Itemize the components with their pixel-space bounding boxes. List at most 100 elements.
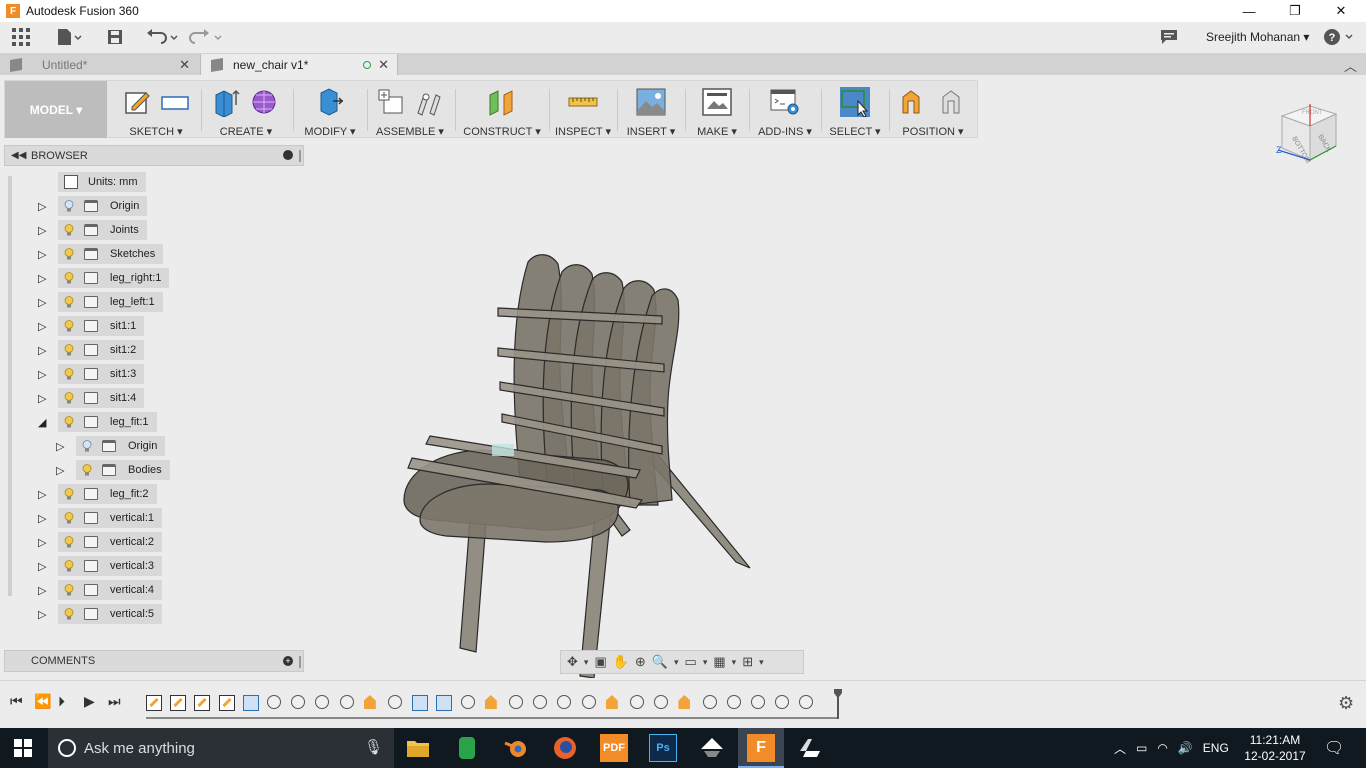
timeline-feature-sketch-icon[interactable] [194, 695, 211, 711]
joint-icon[interactable] [414, 87, 444, 117]
visibility-lightbulb-icon[interactable] [64, 391, 74, 405]
add-ins-group[interactable]: ADD-INS ▾ [751, 81, 819, 138]
browser-node[interactable]: vertical:2 [58, 532, 163, 552]
browser-node[interactable]: Sketches [58, 244, 164, 264]
chair-model[interactable] [403, 254, 751, 678]
inspect-group[interactable]: INSPECT ▾ [551, 81, 615, 138]
browser-panel-header[interactable]: ◀◀ BROWSER [4, 145, 304, 166]
form-sphere-icon[interactable] [250, 87, 280, 117]
assemble-group[interactable]: ASSEMBLE ▾ [367, 81, 453, 138]
visibility-lightbulb-icon[interactable] [64, 583, 74, 597]
timeline-feature-orange-icon[interactable] [363, 695, 380, 711]
visibility-lightbulb-icon[interactable] [82, 463, 92, 477]
expand-arrow-icon[interactable]: ▷ [38, 200, 46, 213]
tab-new-chair[interactable]: new_chair v1* ✕ [200, 54, 398, 75]
browser-node[interactable]: leg_fit:1 [58, 412, 157, 432]
browser-node[interactable]: leg_fit:2 [58, 484, 157, 504]
viewports-icon[interactable]: ⊞ [742, 654, 753, 670]
maximize-button[interactable]: ❐ [1272, 0, 1318, 22]
chevron-down-icon[interactable]: ▾ [584, 657, 589, 668]
position-group[interactable]: POSITION ▾ [891, 81, 975, 138]
browser-node[interactable]: leg_right:1 [58, 268, 170, 288]
timeline-feature-align-icon[interactable] [339, 695, 354, 709]
close-icon[interactable]: ✕ [179, 57, 190, 73]
timeline-feature-align-icon[interactable] [581, 695, 596, 709]
visibility-lightbulb-icon[interactable] [64, 199, 74, 213]
3d-print-icon[interactable] [702, 87, 732, 117]
expand-arrow-icon[interactable]: ▷ [38, 536, 46, 549]
expand-arrow-icon[interactable]: ▷ [56, 464, 64, 477]
inkscape-icon[interactable] [698, 734, 726, 762]
orbit-icon[interactable]: ✥ [567, 654, 578, 670]
expand-arrow-icon[interactable]: ▷ [38, 320, 46, 333]
timeline-settings-gear-icon[interactable]: ⚙ [1338, 693, 1354, 714]
modify-group[interactable]: MODIFY ▾ [295, 81, 365, 138]
timeline-feature-sketch-icon[interactable] [218, 695, 235, 711]
select-group[interactable]: SELECT ▾ [823, 81, 887, 138]
timeline-feature-joint-icon[interactable] [630, 695, 644, 709]
language-indicator[interactable]: ENG [1203, 741, 1229, 755]
timeline-feature-orange-icon[interactable] [605, 695, 622, 711]
expand-arrow-icon[interactable]: ▷ [38, 608, 46, 621]
comments-panel-header[interactable]: COMMENTS + [4, 650, 304, 672]
timeline-feature-sketch-icon[interactable] [146, 695, 162, 711]
expand-arrow-icon[interactable]: ▷ [38, 560, 46, 573]
browser-node[interactable]: Units: mm [58, 172, 146, 192]
undo-icon[interactable] [144, 26, 180, 48]
press-pull-icon[interactable] [315, 87, 345, 117]
clock[interactable]: 11:21:AM 12-02-2017 [1240, 732, 1310, 764]
visibility-lightbulb-icon[interactable] [64, 319, 74, 333]
visibility-lightbulb-icon[interactable] [64, 247, 74, 261]
expand-arrow-icon[interactable]: ▷ [38, 392, 46, 405]
new-component-icon[interactable] [376, 87, 406, 117]
chevron-down-icon[interactable]: ▾ [759, 657, 764, 668]
offset-plane-icon[interactable] [487, 87, 517, 117]
capture-position-icon[interactable] [899, 87, 929, 117]
cnc-app-icon[interactable] [796, 734, 824, 762]
expand-arrow-icon[interactable]: ▷ [38, 224, 46, 237]
timeline-feature-joint-icon[interactable] [726, 695, 741, 709]
timeline-feature-move-icon[interactable] [291, 695, 306, 709]
visibility-lightbulb-icon[interactable] [64, 607, 74, 621]
workspace-switcher[interactable]: MODEL ▾ [5, 81, 107, 138]
expand-arrow-icon[interactable]: ▷ [38, 272, 46, 285]
browser-node[interactable]: sit1:2 [58, 340, 145, 360]
browser-node[interactable]: Origin [76, 436, 166, 456]
3d-viewport-canvas[interactable] [306, 140, 1366, 678]
visibility-lightbulb-icon[interactable] [64, 487, 74, 501]
browser-node[interactable]: Origin [58, 196, 148, 216]
timeline-feature-orange-icon[interactable] [678, 695, 694, 711]
panel-resize-handle[interactable] [299, 656, 301, 668]
timeline-feature-extrude-icon[interactable] [412, 695, 429, 711]
visibility-lightbulb-icon[interactable] [64, 295, 74, 309]
expand-arrow-icon[interactable]: ▷ [56, 440, 64, 453]
visibility-lightbulb-icon[interactable] [64, 343, 74, 357]
select-cursor-icon[interactable] [840, 87, 870, 117]
sketch-group[interactable]: SKETCH ▾ [113, 81, 199, 138]
chevron-down-icon[interactable]: ▾ [703, 657, 708, 668]
browser-scrollbar[interactable] [8, 176, 12, 596]
visibility-lightbulb-icon[interactable] [64, 415, 74, 429]
browser-node[interactable]: sit1:3 [58, 364, 145, 384]
zoom-window-icon[interactable]: 🔍 [652, 654, 668, 670]
windows-start-icon[interactable] [14, 739, 32, 757]
redo-icon[interactable] [188, 26, 224, 48]
data-panel-grid-icon[interactable] [10, 26, 32, 48]
chevron-down-icon[interactable]: ▾ [732, 657, 737, 668]
play-icon[interactable]: ▶ [84, 693, 95, 710]
visibility-lightbulb-icon[interactable] [64, 271, 74, 285]
firefox-icon[interactable] [551, 734, 579, 762]
timeline-feature-joint-icon[interactable] [509, 695, 523, 709]
close-icon[interactable]: ✕ [378, 57, 389, 73]
visibility-lightbulb-icon[interactable] [64, 367, 74, 381]
expand-arrow-icon[interactable]: ▷ [38, 368, 46, 381]
timeline-feature-joint-icon[interactable] [533, 695, 548, 709]
revert-position-icon[interactable] [937, 87, 967, 117]
expand-arrow-icon[interactable]: ▷ [38, 248, 46, 261]
collapse-ribbon-chevron-up-icon[interactable]: ︿ [1344, 56, 1357, 75]
wifi-icon[interactable]: ◠ [1157, 741, 1167, 755]
create-group[interactable]: CREATE ▾ [203, 81, 289, 138]
green-app-icon[interactable] [453, 734, 481, 762]
browser-node[interactable]: vertical:4 [58, 580, 163, 600]
expand-arrow-icon[interactable]: ▷ [38, 296, 46, 309]
